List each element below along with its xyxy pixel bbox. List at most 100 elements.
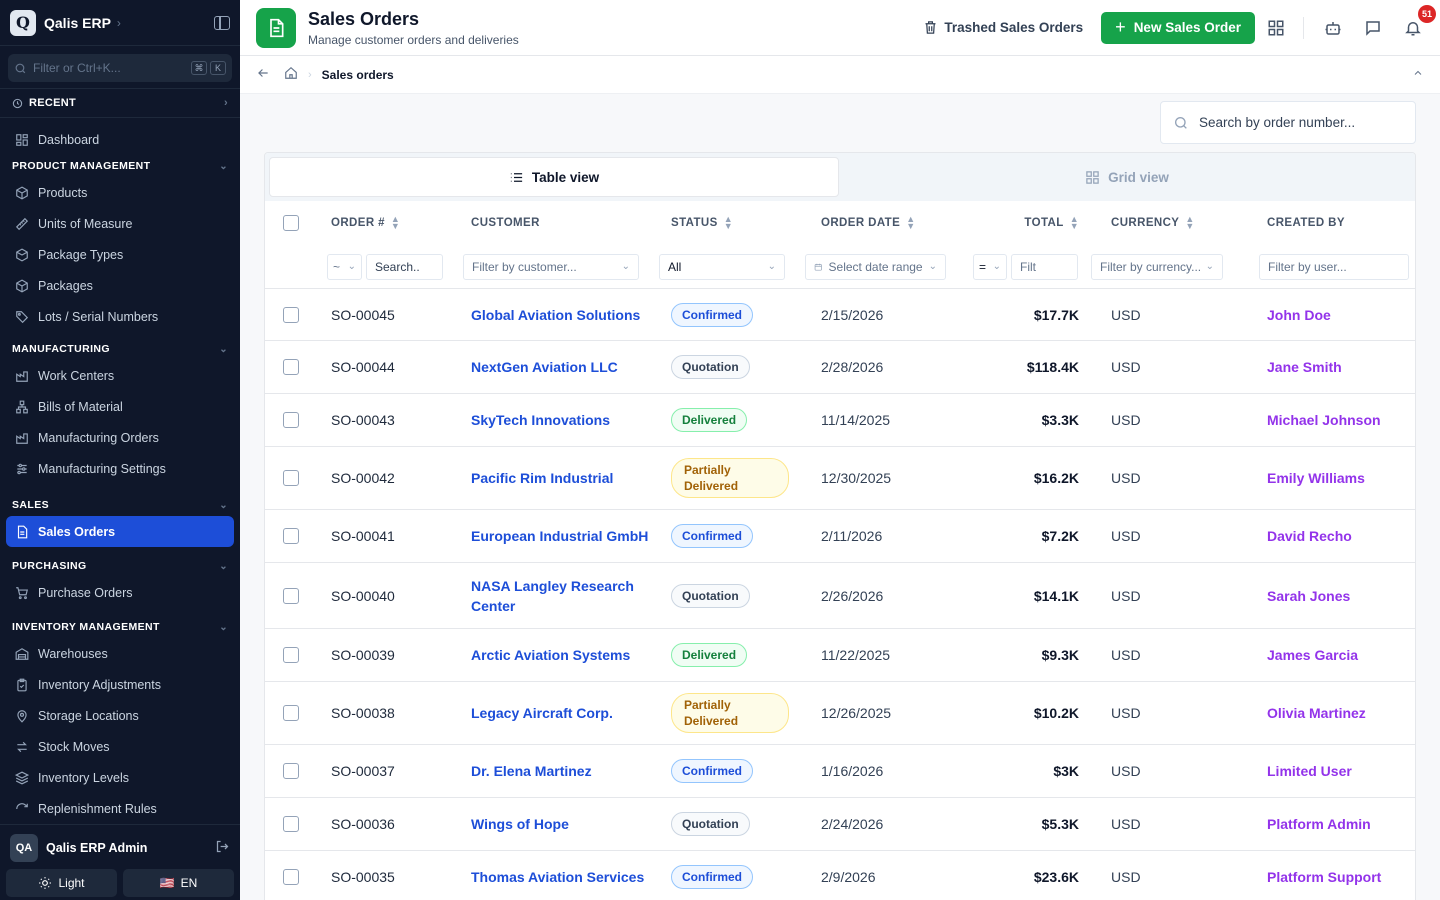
order-number[interactable]: SO-00043 <box>331 412 471 428</box>
created-by-link[interactable]: Platform Admin <box>1267 816 1415 832</box>
table-row[interactable]: SO-00040 NASA Langley Research Center Quot… <box>265 563 1415 629</box>
chevron-right-icon[interactable]: › <box>117 16 121 30</box>
table-row[interactable]: SO-00045 Global Aviation Solutions Confirm… <box>265 289 1415 341</box>
table-row[interactable]: SO-00035 Thomas Aviation Services Confirme… <box>265 851 1415 900</box>
section-inventory-management[interactable]: INVENTORY MANAGEMENT ⌄ <box>0 616 240 638</box>
created-by-link[interactable]: Emily Williams <box>1267 470 1415 486</box>
date-range-picker[interactable]: Select date range ⌄ <box>805 253 946 280</box>
created-by-link[interactable]: Michael Johnson <box>1267 412 1415 428</box>
order-number[interactable]: SO-00039 <box>331 647 471 663</box>
section-product-management[interactable]: PRODUCT MANAGEMENT ⌄ <box>0 155 240 177</box>
order-number[interactable]: SO-00045 <box>331 307 471 323</box>
customer-link[interactable]: Global Aviation Solutions <box>471 305 671 325</box>
logout-icon[interactable] <box>215 839 230 857</box>
sidebar-item-inventory-levels[interactable]: Inventory Levels <box>0 762 240 793</box>
customer-link[interactable]: Wings of Hope <box>471 814 671 834</box>
trashed-orders-button[interactable]: Trashed Sales Orders <box>923 20 1083 35</box>
select-all-checkbox[interactable] <box>283 215 299 231</box>
order-search-field[interactable]: Search.. <box>366 253 443 280</box>
sidebar-item-sales-orders[interactable]: Sales Orders <box>6 516 234 547</box>
order-number[interactable]: SO-00038 <box>331 705 471 721</box>
row-checkbox[interactable] <box>283 359 299 375</box>
created-by-link[interactable]: Olivia Martinez <box>1267 705 1415 721</box>
sidebar-item-bills-of-material[interactable]: Bills of Material <box>0 391 240 422</box>
column-currency[interactable]: CURRENCY ▲ ▼ <box>1111 215 1267 231</box>
created-by-link[interactable]: Jane Smith <box>1267 359 1415 375</box>
column-customer[interactable]: CUSTOMER <box>471 217 671 229</box>
new-sales-order-button[interactable]: + New Sales Order <box>1101 11 1255 44</box>
customer-link[interactable]: SkyTech Innovations <box>471 410 671 430</box>
sidebar-item-warehouses[interactable]: Warehouses <box>0 638 240 669</box>
row-checkbox[interactable] <box>283 412 299 428</box>
row-checkbox[interactable] <box>283 647 299 663</box>
sidebar-item-packages[interactable]: Packages <box>0 270 240 301</box>
order-number[interactable]: SO-00035 <box>331 869 471 885</box>
currency-filter-select[interactable]: Filter by currency... ⌄ <box>1091 253 1223 280</box>
section-sales[interactable]: SALES ⌄ <box>0 494 240 516</box>
theme-toggle-button[interactable]: Light <box>6 869 117 897</box>
row-checkbox[interactable] <box>283 528 299 544</box>
back-arrow-icon[interactable] <box>256 66 270 83</box>
order-number[interactable]: SO-00044 <box>331 359 471 375</box>
creator-filter-select[interactable]: Filter by user... <box>1259 253 1409 280</box>
table-row[interactable]: SO-00044 NextGen Aviation LLC Quotation 2/2… <box>265 341 1415 394</box>
chat-icon[interactable] <box>1362 17 1384 39</box>
total-operator-select[interactable]: = ⌄ <box>973 253 1007 280</box>
order-number[interactable]: SO-00042 <box>331 470 471 486</box>
home-icon[interactable] <box>284 66 298 83</box>
tab-table-view[interactable]: Table view <box>269 157 839 197</box>
app-name[interactable]: Qalis ERP <box>44 15 111 31</box>
sidebar-item-products[interactable]: Products <box>0 177 240 208</box>
row-checkbox[interactable] <box>283 869 299 885</box>
sidebar-item-storage-locations[interactable]: Storage Locations <box>0 700 240 731</box>
customer-link[interactable]: NextGen Aviation LLC <box>471 357 671 377</box>
created-by-link[interactable]: James Garcia <box>1267 647 1415 663</box>
sidebar-item-package-types[interactable]: Package Types <box>0 239 240 270</box>
order-number[interactable]: SO-00037 <box>331 763 471 779</box>
customer-link[interactable]: European Industrial GmbH <box>471 526 671 546</box>
column-order[interactable]: ORDER # ▲ ▼ <box>331 215 471 231</box>
row-checkbox[interactable] <box>283 306 299 323</box>
order-search-input[interactable]: Search by order number... <box>1160 101 1416 144</box>
sidebar-item-purchase-orders[interactable]: Purchase Orders <box>0 577 240 608</box>
section-purchasing[interactable]: PURCHASING ⌄ <box>0 555 240 577</box>
bell-icon[interactable]: 51 <box>1402 4 1436 39</box>
order-number[interactable]: SO-00041 <box>331 528 471 544</box>
sidebar-item-manufacturing-settings[interactable]: Manufacturing Settings <box>0 453 240 484</box>
row-checkbox[interactable] <box>283 763 299 779</box>
customer-link[interactable]: Pacific Rim Industrial <box>471 468 671 488</box>
created-by-link[interactable]: Sarah Jones <box>1267 588 1415 604</box>
row-checkbox[interactable] <box>283 816 299 832</box>
column-order-date[interactable]: ORDER DATE ▲ ▼ <box>821 215 981 231</box>
tab-grid-view[interactable]: Grid view <box>843 157 1411 197</box>
total-filter-field[interactable]: Filt <box>1011 253 1078 280</box>
table-row[interactable]: SO-00037 Dr. Elena Martinez Confirmed 1/16/… <box>265 745 1415 798</box>
order-operator-select[interactable]: ~ ⌄ <box>327 253 362 280</box>
created-by-link[interactable]: David Recho <box>1267 528 1415 544</box>
user-menu[interactable]: QA Qalis ERP Admin <box>0 831 240 865</box>
recent-toggle[interactable]: RECENT › <box>0 88 240 118</box>
table-row[interactable]: SO-00042 Pacific Rim Industrial Partially … <box>265 447 1415 510</box>
language-button[interactable]: 🇺🇸 EN <box>123 869 234 897</box>
collapse-sidebar-icon[interactable] <box>214 15 230 30</box>
sidebar-item-stock-moves[interactable]: Stock Moves <box>0 731 240 762</box>
row-checkbox[interactable] <box>283 705 299 721</box>
row-checkbox[interactable] <box>283 587 299 604</box>
created-by-link[interactable]: John Doe <box>1267 307 1415 323</box>
sidebar-filter-input[interactable]: Filter or Ctrl+K... ⌘ K <box>8 54 232 82</box>
sidebar-item-units-of-measure[interactable]: Units of Measure <box>0 208 240 239</box>
customer-link[interactable]: Arctic Aviation Systems <box>471 645 671 665</box>
table-row[interactable]: SO-00041 European Industrial GmbH Confirme… <box>265 510 1415 563</box>
customer-link[interactable]: Legacy Aircraft Corp. <box>471 703 671 723</box>
bot-icon[interactable] <box>1322 17 1344 39</box>
customer-link[interactable]: NASA Langley Research Center <box>471 576 671 616</box>
column-total[interactable]: TOTAL ▲ ▼ <box>981 215 1111 231</box>
created-by-link[interactable]: Platform Support <box>1267 869 1415 885</box>
customer-link[interactable]: Dr. Elena Martinez <box>471 761 671 781</box>
table-row[interactable]: SO-00036 Wings of Hope Quotation 2/24/2026 $… <box>265 798 1415 851</box>
column-status[interactable]: STATUS ▲ ▼ <box>671 215 821 231</box>
table-row[interactable]: SO-00039 Arctic Aviation Systems Delivered… <box>265 629 1415 682</box>
table-row[interactable]: SO-00043 SkyTech Innovations Delivered 11/1… <box>265 394 1415 447</box>
app-logo[interactable]: Q <box>10 9 36 36</box>
sidebar-item-manufacturing-orders[interactable]: Manufacturing Orders <box>0 422 240 453</box>
